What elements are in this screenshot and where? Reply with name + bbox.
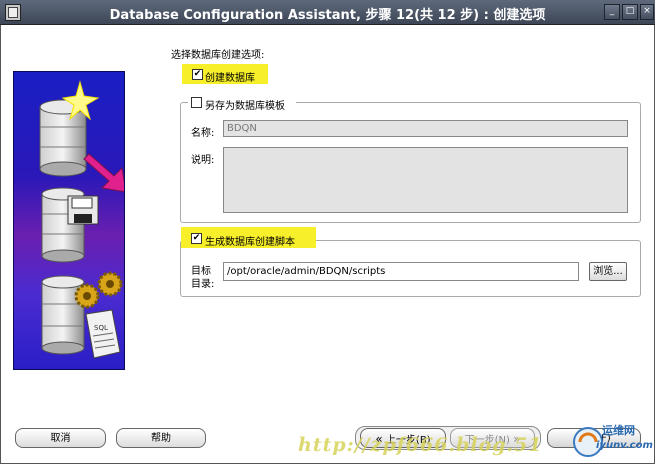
minimize-button[interactable]: _ — [604, 4, 620, 20]
site-logo: 运维网 iyunv.com — [570, 420, 653, 460]
create-db-checkbox[interactable]: ✔ — [192, 69, 203, 80]
save-template-label: 另存为数据库模板 — [205, 101, 285, 112]
close-button[interactable]: × — [640, 4, 654, 20]
template-name-field[interactable]: BDQN — [223, 120, 628, 137]
target-dir-input[interactable]: /opt/oracle/admin/BDQN/scripts — [223, 262, 579, 281]
window-title: Database Configuration Assistant, 步骤 12(… — [109, 8, 546, 23]
help-button[interactable]: 帮助 — [116, 428, 206, 448]
target-dir-label-line2: 目录: — [191, 279, 215, 290]
watermark-url: http://zpf666.blog.51 — [298, 434, 543, 456]
name-label: 名称: — [191, 128, 215, 139]
browse-button[interactable]: 浏览... — [589, 262, 627, 281]
maximize-button[interactable]: □ — [622, 4, 638, 20]
creation-options-label: 选择数据库创建选项: — [171, 50, 265, 61]
database-illustration-icon: SQL — [39, 80, 124, 359]
logo-subtext: iyunv.com — [596, 440, 653, 451]
gen-scripts-label: 生成数据库创建脚本 — [205, 237, 295, 248]
wizard-illustration: SQL — [13, 71, 125, 370]
description-label: 说明: — [191, 155, 215, 166]
save-template-checkbox[interactable] — [191, 97, 202, 108]
cancel-button[interactable]: 取消 — [15, 428, 106, 448]
template-description-field[interactable] — [223, 147, 628, 213]
gen-scripts-checkbox[interactable]: ✔ — [191, 233, 202, 244]
logo-text: 运维网 — [602, 424, 635, 437]
sql-label: SQL — [94, 324, 108, 332]
title-bar: Database Configuration Assistant, 步骤 12(… — [0, 0, 655, 25]
create-db-label: 创建数据库 — [205, 73, 255, 84]
